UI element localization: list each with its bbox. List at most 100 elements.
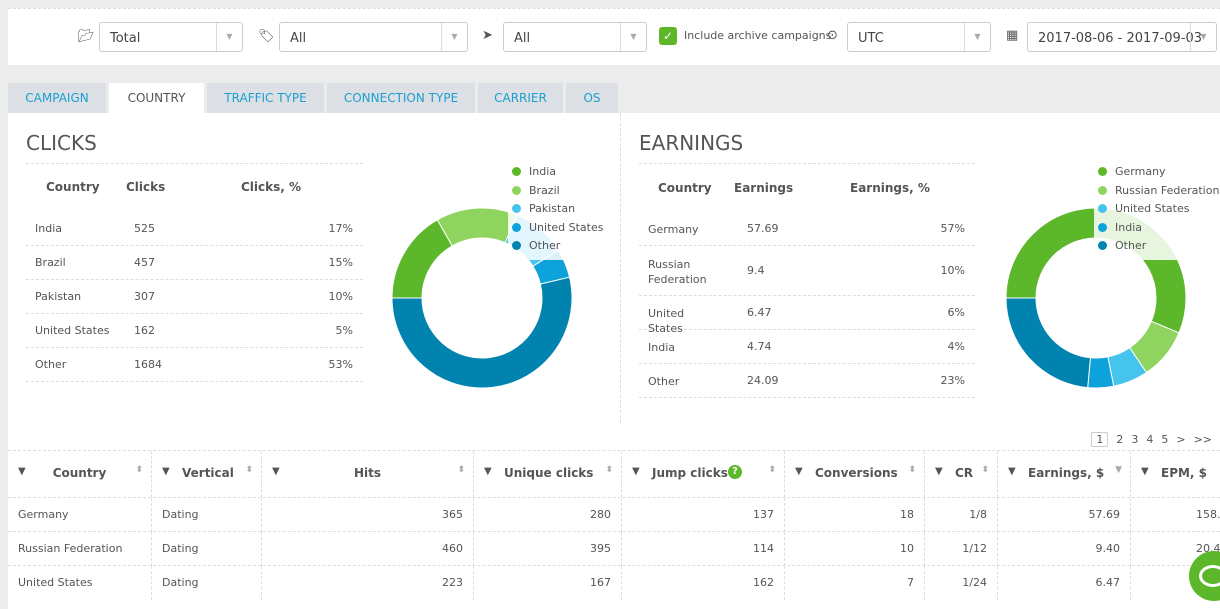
header-country[interactable]: ▼ Country ⬍ — [8, 451, 152, 497]
country-cell: Pakistan — [35, 290, 82, 303]
traffic-select[interactable]: All ▼ — [503, 22, 647, 52]
help-icon[interactable]: ? — [728, 465, 742, 479]
legend-dot-icon — [512, 222, 521, 232]
percent-cell: 17% — [328, 222, 353, 235]
header-earnings-[interactable]: ▼ Earnings, $ ▼ — [998, 451, 1131, 497]
legend-item[interactable]: Pakistan — [512, 202, 604, 221]
page-link[interactable]: 1 — [1091, 432, 1109, 447]
timezone-select[interactable]: UTC ▼ — [847, 22, 991, 52]
filter-icon[interactable]: ▼ — [162, 466, 170, 477]
filter-icon[interactable]: ▼ — [795, 466, 803, 477]
legend-dot-icon — [1098, 241, 1107, 250]
page-link[interactable]: 3 — [1131, 433, 1138, 446]
cell-unique-clicks: 167 — [474, 566, 622, 600]
page-link[interactable]: 2 — [1116, 433, 1123, 446]
clicks-title: CLICKS — [26, 131, 97, 155]
tab-campaign[interactable]: CAMPAIGN — [8, 83, 106, 113]
value-cell: 6.47 — [747, 306, 772, 319]
sort-icon[interactable]: ⬍ — [245, 465, 253, 475]
header-vertical[interactable]: ▼ Vertical ⬍ — [152, 451, 262, 497]
header-unique-clicks[interactable]: ▼ Unique clicks ⬍ — [474, 451, 622, 497]
legend-item[interactable]: United States — [512, 221, 604, 240]
legend-label: Germany — [1115, 165, 1166, 178]
cell-cr: 1/8 — [925, 498, 998, 532]
country-stats-table: ▼ Country ⬍ ▼ Vertical ⬍ ▼ Hits ⬍ ▼ Unique clicks ⬍… — [8, 450, 1220, 600]
legend-item[interactable]: Brazil — [512, 184, 604, 203]
sort-icon[interactable]: ⬍ — [768, 465, 776, 475]
filter-icon[interactable]: ▼ — [1141, 466, 1149, 477]
legend-label: India — [529, 165, 556, 178]
sort-desc-icon[interactable]: ▼ — [1115, 465, 1122, 475]
sort-icon[interactable]: ⬍ — [605, 465, 613, 475]
sort-icon[interactable]: ⬍ — [135, 465, 143, 475]
tab-country[interactable]: COUNTRY — [109, 83, 204, 113]
table-row: GermanyDating365280137181/857.69158.0 — [8, 497, 1220, 532]
cell-jump-clicks: 114 — [622, 532, 785, 566]
cell-conversions: 7 — [785, 566, 925, 600]
paper-plane-icon: ➤ — [482, 28, 493, 43]
legend-item[interactable]: Other — [1098, 239, 1219, 258]
summary-row: Other 24.09 23% — [639, 364, 975, 398]
col-country: Country — [46, 180, 100, 194]
traffic-value: All — [514, 31, 531, 46]
col-country: Country — [658, 181, 712, 195]
header-hits[interactable]: ▼ Hits ⬍ — [262, 451, 474, 497]
tab-connection-type[interactable]: CONNECTION TYPE — [327, 83, 475, 113]
filter-icon[interactable]: ▼ — [272, 466, 280, 477]
summary-row: Pakistan 307 10% — [26, 280, 363, 314]
group-select[interactable]: Total ▼ — [99, 22, 243, 52]
legend-item[interactable]: Germany — [1098, 165, 1219, 184]
cell-jump-clicks: 137 — [622, 498, 785, 532]
divider — [620, 113, 621, 423]
country-cell: Russian Federation — [648, 258, 707, 286]
value-cell: 525 — [134, 222, 155, 235]
donut-slice-brazil[interactable] — [436, 207, 518, 247]
page-link[interactable]: 5 — [1161, 433, 1168, 446]
tags-select[interactable]: All ▼ — [279, 22, 468, 52]
header-cr[interactable]: ▼ CR ⬍ — [925, 451, 998, 497]
group-value: Total — [110, 31, 141, 46]
cell-unique-clicks: 280 — [474, 498, 622, 532]
date-range-select[interactable]: 2017-08-06 - 2017-09-03 ▼ — [1027, 22, 1217, 52]
legend-dot-icon — [1098, 185, 1107, 195]
clicks-table: Country Clicks Clicks, % India 525 17% Braz… — [26, 163, 363, 382]
header-epm-[interactable]: ▼EPM, $⬍ — [1131, 451, 1220, 497]
sort-icon[interactable]: ⬍ — [457, 465, 465, 475]
header-conversions[interactable]: ▼ Conversions ⬍ — [785, 451, 925, 497]
cell-hits: 223 — [262, 566, 474, 600]
sort-icon[interactable]: ⬍ — [908, 465, 916, 475]
page-link[interactable]: >> — [1194, 433, 1212, 446]
cell-vertical: Dating — [152, 566, 262, 600]
earnings-legend: Germany Russian Federation United States In… — [1094, 163, 1220, 260]
filter-icon[interactable]: ▼ — [484, 466, 492, 477]
donut-slice-other[interactable] — [1005, 297, 1092, 389]
header-jump-clicks[interactable]: ▼ Jump clicks? ⬍ — [622, 451, 785, 497]
sort-icon[interactable]: ⬍ — [981, 465, 989, 475]
donut-slice-india[interactable] — [391, 219, 453, 299]
header-label: Conversions — [815, 466, 898, 480]
legend-item[interactable]: India — [1098, 221, 1219, 240]
tab-traffic-type[interactable]: TRAFFIC TYPE — [207, 83, 324, 113]
date-range-value: 2017-08-06 - 2017-09-03 — [1038, 31, 1203, 46]
cell-vertical: Dating — [152, 532, 262, 566]
cell-jump-clicks: 162 — [622, 566, 785, 600]
country-cell: Other — [35, 358, 67, 371]
chevron-down-icon: ▼ — [1190, 23, 1216, 51]
legend-item[interactable]: Other — [512, 239, 604, 258]
page-link[interactable]: 4 — [1146, 433, 1153, 446]
filter-icon[interactable]: ▼ — [935, 466, 943, 477]
percent-cell: 23% — [940, 374, 965, 387]
tab-carrier[interactable]: CARRIER — [478, 83, 563, 113]
legend-item[interactable]: Russian Federation — [1098, 184, 1219, 203]
cell-hits: 460 — [262, 532, 474, 566]
tab-os[interactable]: OS — [566, 83, 618, 113]
legend-dot-icon — [1098, 204, 1107, 213]
legend-item[interactable]: India — [512, 165, 604, 184]
legend-item[interactable]: United States — [1098, 202, 1219, 221]
cell-vertical: Dating — [152, 498, 262, 532]
filter-icon[interactable]: ▼ — [1008, 466, 1016, 477]
filter-icon[interactable]: ▼ — [632, 466, 640, 477]
page-link[interactable]: > — [1176, 433, 1185, 446]
archive-checkbox[interactable]: ✓ — [659, 27, 677, 45]
filter-icon[interactable]: ▼ — [18, 466, 26, 477]
